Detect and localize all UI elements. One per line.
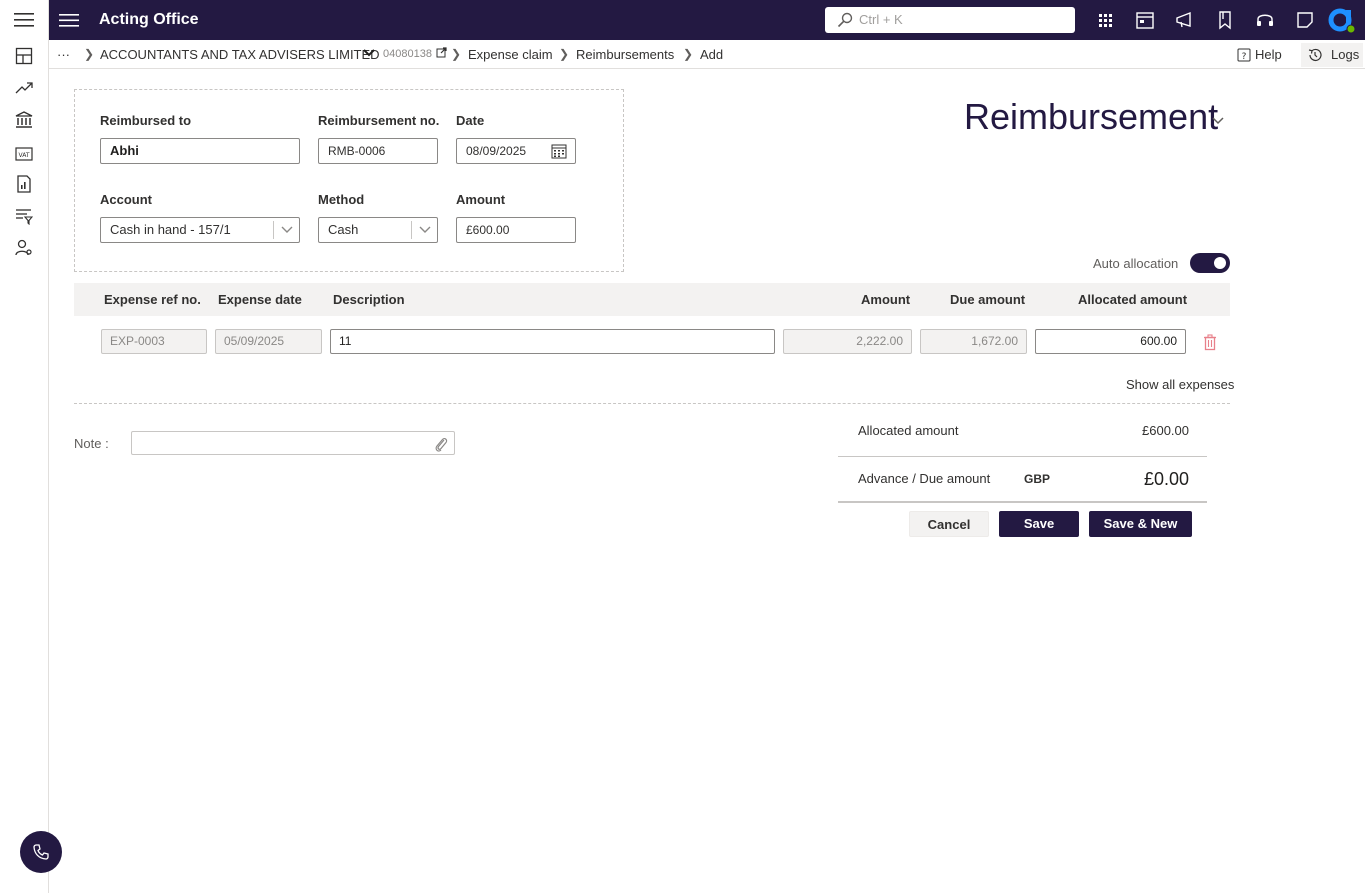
allocated-amount-value: £600.00 (1142, 423, 1189, 438)
account-label: Account (100, 192, 152, 207)
calendar-icon[interactable] (551, 143, 567, 159)
currency-code: GBP (1024, 472, 1051, 486)
breadcrumb-company[interactable]: ACCOUNTANTS AND TAX ADVISERS LIMITED (100, 47, 380, 62)
advance-due-value: £0.00 (1144, 469, 1190, 489)
brand-logo-icon[interactable] (1328, 6, 1356, 34)
cancel-button[interactable]: Cancel (909, 511, 989, 537)
help-button[interactable]: ? Help (1237, 44, 1282, 66)
account-dropdown[interactable]: Cash in hand - 157/1 (100, 217, 300, 243)
divider (74, 403, 1230, 404)
note-input[interactable] (131, 431, 455, 455)
note-icon[interactable] (1295, 10, 1315, 30)
auto-allocation-label: Auto allocation (1093, 256, 1179, 271)
megaphone-icon[interactable] (1175, 10, 1195, 30)
note-label: Note : (74, 436, 109, 451)
date-field[interactable]: 08/09/2025 (456, 138, 576, 164)
expenses-table-header: Expense ref no. Expense date Description… (74, 283, 1230, 316)
description-input[interactable]: 11 (330, 329, 775, 354)
company-number: 04080138 (383, 48, 432, 60)
bookmark-icon[interactable] (1215, 10, 1235, 30)
attachment-icon[interactable] (434, 435, 448, 453)
dashboard-icon[interactable] (14, 46, 34, 66)
chevron-right-icon: ❯ (451, 47, 462, 61)
breadcrumb-item[interactable]: Reimbursements (576, 47, 674, 62)
breadcrumb-item[interactable]: Expense claim (468, 47, 553, 62)
external-link-icon[interactable] (436, 47, 447, 58)
expense-date-cell: 05/09/2025 (215, 329, 322, 354)
allocated-amount-label: Allocated amount (858, 423, 959, 438)
show-all-expenses-link[interactable]: Show all expenses (1126, 377, 1234, 392)
reimbursement-no-field[interactable]: RMB-0006 (318, 138, 438, 164)
save-button[interactable]: Save (999, 511, 1079, 537)
top-bar: Acting Office Ctrl + K (49, 0, 1365, 40)
column-header: Allocated amount (1078, 292, 1188, 307)
history-icon (1308, 48, 1322, 61)
headset-icon[interactable] (1255, 10, 1275, 30)
column-header: Description (333, 292, 405, 307)
logs-button[interactable]: Logs (1301, 43, 1363, 67)
amount-label: Amount (456, 192, 506, 207)
due-amount-cell: 1,672.00 (920, 329, 1027, 354)
reimbursed-to-label: Reimbursed to (100, 113, 192, 128)
expense-ref-cell: EXP-0003 (101, 329, 207, 354)
calendar-app-icon[interactable] (1135, 10, 1155, 30)
save-and-new-button[interactable]: Save & New (1089, 511, 1192, 537)
search-input[interactable]: Ctrl + K (825, 7, 1075, 33)
chevron-down-icon[interactable] (363, 48, 375, 58)
method-dropdown[interactable]: Cash (318, 217, 438, 243)
trend-icon[interactable] (14, 78, 34, 98)
document-title: Reimbursement (964, 96, 1219, 137)
column-header: Expense ref no. (104, 292, 201, 307)
vat-icon[interactable]: VAT (14, 144, 34, 164)
divider (838, 501, 1207, 503)
search-icon (837, 12, 853, 28)
apps-grid-icon[interactable] (1095, 10, 1115, 30)
filter-list-icon[interactable] (14, 206, 34, 226)
search-placeholder: Ctrl + K (859, 12, 903, 27)
report-icon[interactable] (14, 174, 34, 194)
logs-label: Logs (1331, 47, 1360, 62)
column-header: Amount (861, 292, 911, 307)
breadcrumb: ··· ❯ ACCOUNTANTS AND TAX ADVISERS LIMIT… (49, 40, 1365, 69)
phone-button[interactable] (20, 831, 62, 873)
advance-due-label: Advance / Due amount (858, 471, 991, 486)
help-icon: ? (1237, 48, 1251, 62)
amount-cell: 2,222.00 (783, 329, 912, 354)
help-label: Help (1255, 47, 1282, 62)
chevron-down-icon[interactable] (1212, 116, 1224, 126)
account-value: Cash in hand - 157/1 (110, 222, 231, 237)
chevron-right-icon: ❯ (84, 47, 95, 61)
amount-field[interactable]: £600.00 (456, 217, 576, 243)
date-value: 08/09/2025 (466, 144, 527, 158)
auto-allocation-toggle[interactable] (1190, 253, 1230, 273)
column-header: Due amount (950, 292, 1026, 307)
allocated-amount-input[interactable]: 600.00 (1035, 329, 1186, 354)
delete-icon[interactable] (1202, 334, 1218, 351)
left-rail: VAT (0, 0, 49, 893)
date-label: Date (456, 113, 485, 128)
svg-text:?: ? (1242, 52, 1247, 62)
chevron-right-icon: ❯ (559, 47, 570, 61)
reimbursement-no-label: Reimbursement no. (318, 113, 440, 128)
chevron-down-icon (411, 221, 437, 239)
column-header: Expense date (218, 292, 302, 307)
phone-icon (33, 844, 49, 860)
reimbursed-to-field[interactable]: Abhi (100, 138, 300, 164)
method-value: Cash (328, 222, 359, 237)
divider (838, 456, 1207, 457)
chevron-right-icon: ❯ (683, 47, 694, 61)
bank-icon[interactable] (14, 110, 34, 130)
hamburger-icon[interactable] (59, 11, 79, 29)
method-label: Method (318, 192, 365, 207)
svg-text:VAT: VAT (18, 152, 29, 159)
app-title: Acting Office (99, 11, 199, 28)
menu-icon[interactable] (14, 12, 34, 28)
user-settings-icon[interactable] (14, 238, 34, 258)
chevron-down-icon (273, 221, 299, 239)
breadcrumb-ellipsis[interactable]: ··· (57, 47, 70, 62)
breadcrumb-item-current: Add (700, 47, 724, 62)
